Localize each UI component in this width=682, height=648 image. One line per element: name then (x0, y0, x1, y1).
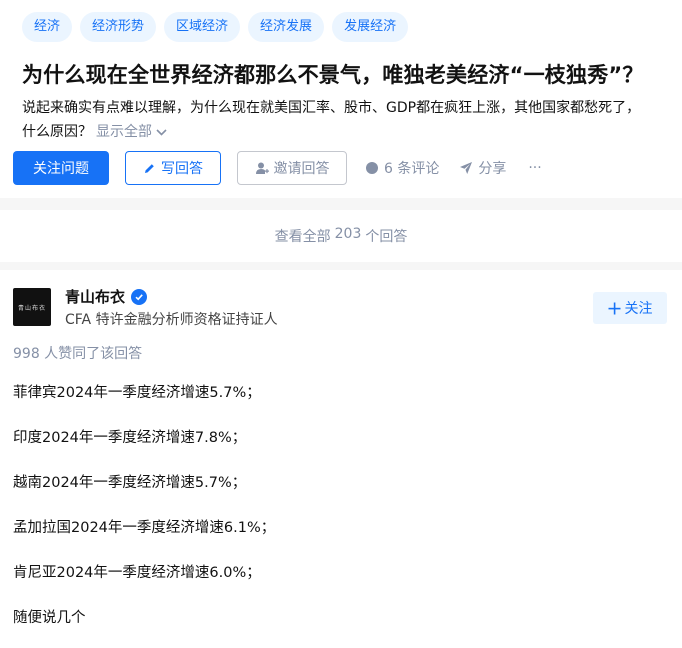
answer-count: 203 (334, 226, 362, 242)
view-all-prefix: 查看全部 (274, 229, 331, 245)
question-detail-line: 说起来确实有点难以理解，为什么现在就美国汇率、股市、GDP都在疯狂上涨，其他国家… (22, 100, 641, 116)
author-name: 青山布衣 (65, 286, 148, 307)
more-icon: ··· (528, 160, 542, 176)
topic-list: 经济 经济形势 区域经济 经济发展 发展经济 (22, 12, 409, 42)
show-all-link[interactable]: 显示全部 (96, 124, 167, 140)
share-plane-icon (459, 161, 473, 175)
comments-button[interactable]: 6 条评论 (365, 158, 439, 178)
follow-author-label: 关注 (624, 300, 653, 316)
follow-question-button[interactable]: 关注问题 (13, 151, 109, 185)
question-card: 经济 经济形势 区域经济 经济发展 发展经济 为什么现在全世界经济都那么不景气，… (0, 0, 682, 198)
view-all-suffix: 个回答 (365, 229, 408, 245)
topic-tag[interactable]: 经济 (22, 12, 73, 42)
plus-icon (608, 302, 621, 315)
topic-tag[interactable]: 发展经济 (332, 12, 409, 42)
view-all-answers-button[interactable]: 查看全部 203 个回答 (0, 210, 682, 262)
avatar-text: 青山布衣 (17, 304, 46, 312)
follow-author-button[interactable]: 关注 (593, 292, 667, 324)
pen-icon (143, 162, 156, 175)
invite-answer-label: 邀请回答 (273, 161, 330, 177)
topic-tag[interactable]: 经济发展 (248, 12, 325, 42)
answer-paragraph: 菲律宾2024年一季度经济增速5.7%； (13, 385, 261, 401)
answer-paragraph: 印度2024年一季度经济增速7.8%； (13, 430, 247, 446)
question-actions: 关注问题 写回答 邀请回答 6 条评论 分享 ··· (13, 151, 542, 185)
invite-answer-button[interactable]: 邀请回答 (237, 151, 347, 185)
write-answer-label: 写回答 (161, 161, 203, 177)
share-label: 分享 (478, 161, 507, 177)
show-all-label: 显示全部 (96, 124, 152, 140)
avatar[interactable]: 青山布衣 (13, 288, 51, 326)
answer-paragraph: 肯尼亚2024年一季度经济增速6.0%； (13, 565, 261, 581)
topic-tag[interactable]: 区域经济 (164, 12, 241, 42)
answer-paragraph: 越南2024年一季度经济增速5.7%； (13, 475, 247, 491)
comment-bubble-icon (365, 161, 379, 175)
author-bio: CFA 特许金融分析师资格证持证人 (65, 312, 278, 328)
comments-label: 6 条评论 (384, 161, 440, 177)
question-detail: 说起来确实有点难以理解，为什么现在就美国汇率、股市、GDP都在疯狂上涨，其他国家… (22, 96, 680, 145)
invite-user-icon (255, 161, 269, 175)
answer-card: 青山布衣 青山布衣 CFA 特许金融分析师资格证持证人 关注 998 人赞同了该… (0, 270, 682, 648)
share-button[interactable]: 分享 (459, 158, 506, 178)
author-name-link[interactable]: 青山布衣 (65, 286, 125, 307)
question-detail-line: 什么原因？ (22, 124, 92, 140)
answer-paragraph: 随便说几个 (13, 610, 86, 626)
answer-body: 菲律宾2024年一季度经济增速5.7%； 印度2024年一季度经济增速7.8%；… (13, 382, 663, 648)
more-button[interactable]: ··· (528, 160, 541, 176)
question-title: 为什么现在全世界经济都那么不景气，唯独老美经济“一枝独秀”？ (22, 63, 644, 87)
votes-count: 998 人赞同了该回答 (13, 346, 143, 362)
write-answer-button[interactable]: 写回答 (125, 151, 221, 185)
chevron-down-icon (156, 121, 167, 145)
topic-tag[interactable]: 经济形势 (80, 12, 157, 42)
answer-paragraph: 孟加拉国2024年一季度经济增速6.1%； (13, 520, 276, 536)
verified-badge-icon (131, 288, 148, 305)
